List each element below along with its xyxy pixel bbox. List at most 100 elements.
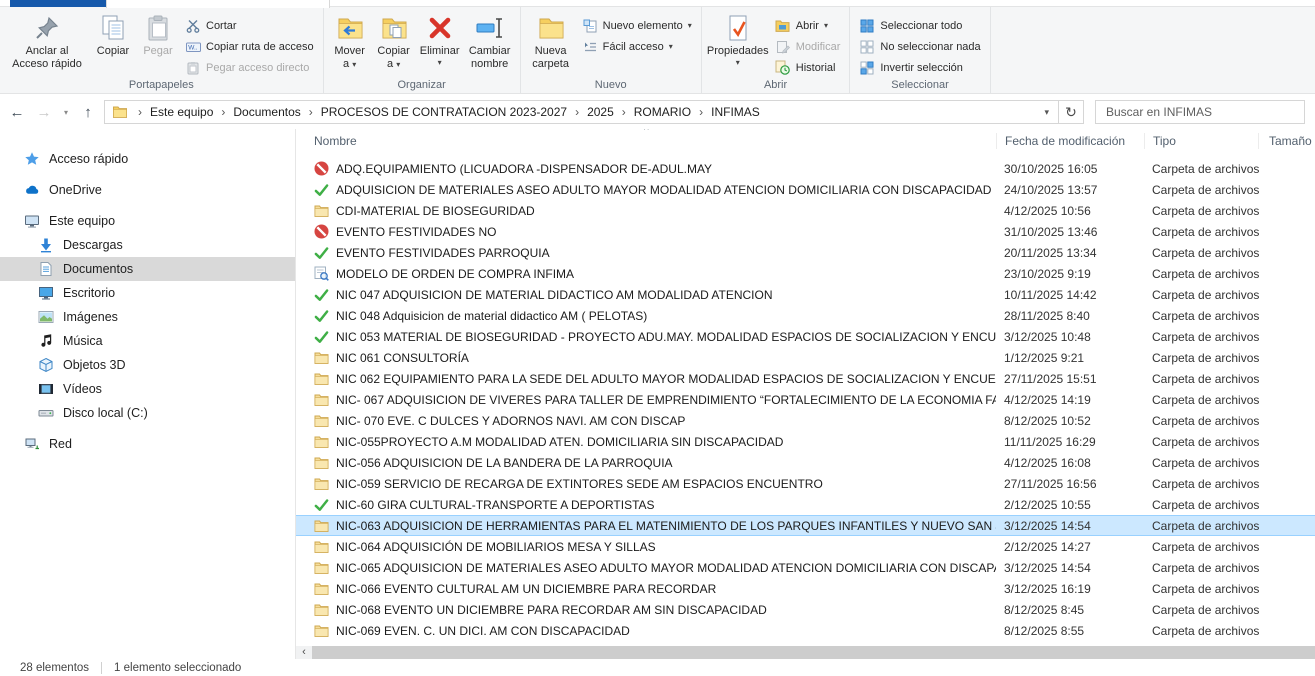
- sidebar-item[interactable]: Escritorio: [0, 281, 295, 305]
- breadcrumb-item[interactable]: › INFIMAS: [691, 105, 760, 119]
- history-label: Historial: [796, 62, 836, 74]
- copy-path-button[interactable]: W.. Copiar ruta de acceso: [180, 36, 319, 57]
- file-row[interactable]: NIC-069 EVEN. C. UN DICI. AM CON DISCAPA…: [296, 620, 1315, 641]
- file-date-modified: 4/12/2025 10:56: [996, 204, 1144, 218]
- pin-to-quick-access-button[interactable]: Anclar al Acceso rápido: [4, 11, 90, 75]
- scrollbar-thumb[interactable]: [312, 646, 1315, 659]
- select-none-button[interactable]: No seleccionar nada: [854, 36, 985, 57]
- file-row[interactable]: MODELO DE ORDEN DE COMPRA INFIMA 23/10/2…: [296, 263, 1315, 284]
- file-date-modified: 20/11/2025 13:34: [996, 246, 1144, 260]
- properties-button[interactable]: Propiedades▾: [706, 11, 770, 75]
- file-name: NIC 048 Adquisicion de material didactic…: [336, 309, 996, 323]
- open-button[interactable]: Abrir ▾: [770, 15, 846, 36]
- main-area: Acceso rápido OneDrive Este equipo Desca…: [0, 129, 1315, 659]
- breadcrumb-label: ROMARIO: [634, 105, 691, 119]
- invert-selection-button[interactable]: Invertir selección: [854, 57, 985, 78]
- file-row[interactable]: ADQUISICION DE MATERIALES ASEO ADULTO MA…: [296, 179, 1315, 200]
- rename-button[interactable]: Cambiar nombre: [464, 11, 516, 75]
- sidebar-item[interactable]: Imágenes: [0, 305, 295, 329]
- file-row[interactable]: NIC-064 ADQUISICIÓN DE MOBILIARIOS MESA …: [296, 536, 1315, 557]
- select-all-button[interactable]: Seleccionar todo: [854, 15, 985, 36]
- file-row[interactable]: NIC-056 ADQUISICION DE LA BANDERA DE LA …: [296, 452, 1315, 473]
- open-group-label: Abrir: [702, 79, 850, 91]
- properties-caret-icon: ▾: [707, 59, 769, 67]
- file-row[interactable]: NIC 062 EQUIPAMIENTO PARA LA SEDE DEL AD…: [296, 368, 1315, 389]
- file-row[interactable]: NIC-059 SERVICIO DE RECARGA DE EXTINTORE…: [296, 473, 1315, 494]
- ribbon-group-organize: Mover a ▾ Copiar a ▾ Eliminar▾ Cambiar n…: [324, 7, 521, 93]
- file-row[interactable]: NIC- 067 ADQUISICION DE VIVERES PARA TAL…: [296, 389, 1315, 410]
- file-row[interactable]: EVENTO FESTIVIDADES PARROQUIA 20/11/2025…: [296, 242, 1315, 263]
- sidebar-item[interactable]: Este equipo: [0, 209, 295, 233]
- address-box[interactable]: › Este equipo › Documentos › PROCESOS DE…: [104, 100, 1059, 124]
- sidebar-item[interactable]: Música: [0, 329, 295, 353]
- svg-text:W..: W..: [188, 44, 198, 51]
- sidebar-item-icon: [38, 333, 54, 349]
- new-item-button[interactable]: Nuevo elemento ▾: [577, 15, 697, 36]
- select-group-label: Seleccionar: [850, 79, 989, 91]
- breadcrumb-separator-icon: ›: [130, 105, 150, 119]
- search-input[interactable]: [1098, 105, 1302, 119]
- move-to-button[interactable]: Mover a ▾: [328, 11, 372, 75]
- breadcrumb-item[interactable]: › PROCESOS DE CONTRATACION 2023-2027: [301, 105, 567, 119]
- file-row[interactable]: NIC-055PROYECTO A.M MODALIDAD ATEN. DOMI…: [296, 431, 1315, 452]
- recent-locations-caret-icon[interactable]: ▾: [60, 108, 72, 117]
- tab-inicio-active[interactable]: [106, 0, 330, 8]
- copy-to-caret-icon: ▾: [396, 60, 400, 69]
- refresh-button[interactable]: ↻: [1058, 100, 1084, 124]
- file-row[interactable]: NIC- 070 EVE. C DULCES Y ADORNOS NAVI. A…: [296, 410, 1315, 431]
- sidebar-item-label: Objetos 3D: [63, 358, 126, 372]
- history-button[interactable]: Historial: [770, 57, 846, 78]
- sidebar-item[interactable]: Acceso rápido: [0, 147, 295, 171]
- sidebar-item[interactable]: Descargas: [0, 233, 295, 257]
- file-row[interactable]: NIC-063 ADQUISICION DE HERRAMIENTAS PARA…: [296, 515, 1315, 536]
- file-row-icon: [314, 602, 329, 617]
- sidebar-item[interactable]: Vídeos: [0, 377, 295, 401]
- file-name: NIC- 067 ADQUISICION DE VIVERES PARA TAL…: [336, 393, 996, 407]
- file-type: Carpeta de archivos: [1144, 288, 1258, 302]
- sidebar-item[interactable]: Documentos: [0, 257, 295, 281]
- paste-icon: [143, 13, 173, 43]
- back-button[interactable]: ←: [6, 104, 28, 121]
- file-row[interactable]: EVENTO FESTIVIDADES NO 31/10/2025 13:46 …: [296, 221, 1315, 242]
- ribbon-group-open: Propiedades▾ Abrir ▾ Modificar: [702, 7, 851, 93]
- scroll-left-arrow-icon[interactable]: ‹: [296, 646, 312, 659]
- file-row[interactable]: NIC 053 MATERIAL DE BIOSEGURIDAD - PROYE…: [296, 326, 1315, 347]
- copy-button[interactable]: Copiar: [90, 11, 136, 75]
- breadcrumb-item[interactable]: › Este equipo: [130, 105, 213, 119]
- column-header-type[interactable]: Tipo: [1144, 133, 1258, 149]
- breadcrumb-item[interactable]: › ROMARIO: [614, 105, 691, 119]
- column-header-size[interactable]: Tamaño: [1258, 133, 1315, 149]
- sidebar-item[interactable]: Red: [0, 432, 295, 456]
- column-header-date[interactable]: Fecha de modificación: [996, 133, 1144, 149]
- copy-to-button[interactable]: Copiar a ▾: [372, 11, 416, 75]
- file-name: NIC-059 SERVICIO DE RECARGA DE EXTINTORE…: [336, 477, 996, 491]
- file-row[interactable]: ADQ.EQUIPAMIENTO (LICUADORA -DISPENSADOR…: [296, 158, 1315, 179]
- cut-button[interactable]: Cortar: [180, 15, 319, 36]
- file-row[interactable]: NIC 047 ADQUISICION DE MATERIAL DIDACTIC…: [296, 284, 1315, 305]
- file-row-icon: [314, 329, 329, 344]
- file-row[interactable]: CDI-MATERIAL DE BIOSEGURIDAD 4/12/2025 1…: [296, 200, 1315, 221]
- file-row[interactable]: NIC-60 GIRA CULTURAL-TRANSPORTE A DEPORT…: [296, 494, 1315, 515]
- breadcrumb-item[interactable]: › 2025: [567, 105, 614, 119]
- breadcrumb-item[interactable]: › Documentos: [213, 105, 300, 119]
- sidebar-item[interactable]: Disco local (C:): [0, 401, 295, 425]
- file-row[interactable]: NIC-066 EVENTO CULTURAL AM UN DICIEMBRE …: [296, 578, 1315, 599]
- horizontal-scrollbar[interactable]: ‹: [296, 646, 1315, 659]
- file-row[interactable]: NIC-065 ADQUISICION DE MATERIALES ASEO A…: [296, 557, 1315, 578]
- file-date-modified: 3/12/2025 16:19: [996, 582, 1144, 596]
- easy-access-button[interactable]: Fácil acceso ▾: [577, 36, 697, 57]
- rename-icon: [475, 13, 505, 43]
- delete-button[interactable]: Eliminar▾: [416, 11, 464, 75]
- sidebar-item[interactable]: Objetos 3D: [0, 353, 295, 377]
- file-row[interactable]: NIC-068 EVENTO UN DICIEMBRE PARA RECORDA…: [296, 599, 1315, 620]
- invert-selection-icon: [859, 60, 875, 76]
- file-row[interactable]: NIC 061 CONSULTORÍA 1/12/2025 9:21 Carpe…: [296, 347, 1315, 368]
- paste-shortcut-button: Pegar acceso directo: [180, 57, 319, 78]
- new-folder-button[interactable]: Nueva carpeta: [525, 11, 577, 75]
- sidebar-item[interactable]: OneDrive: [0, 178, 295, 202]
- file-row[interactable]: NIC 048 Adquisicion de material didactic…: [296, 305, 1315, 326]
- address-dropdown-caret-icon[interactable]: ▾: [1035, 107, 1058, 118]
- up-button[interactable]: ↑: [77, 104, 99, 121]
- tab-archivo[interactable]: [10, 0, 106, 7]
- file-type: Carpeta de archivos: [1144, 519, 1258, 533]
